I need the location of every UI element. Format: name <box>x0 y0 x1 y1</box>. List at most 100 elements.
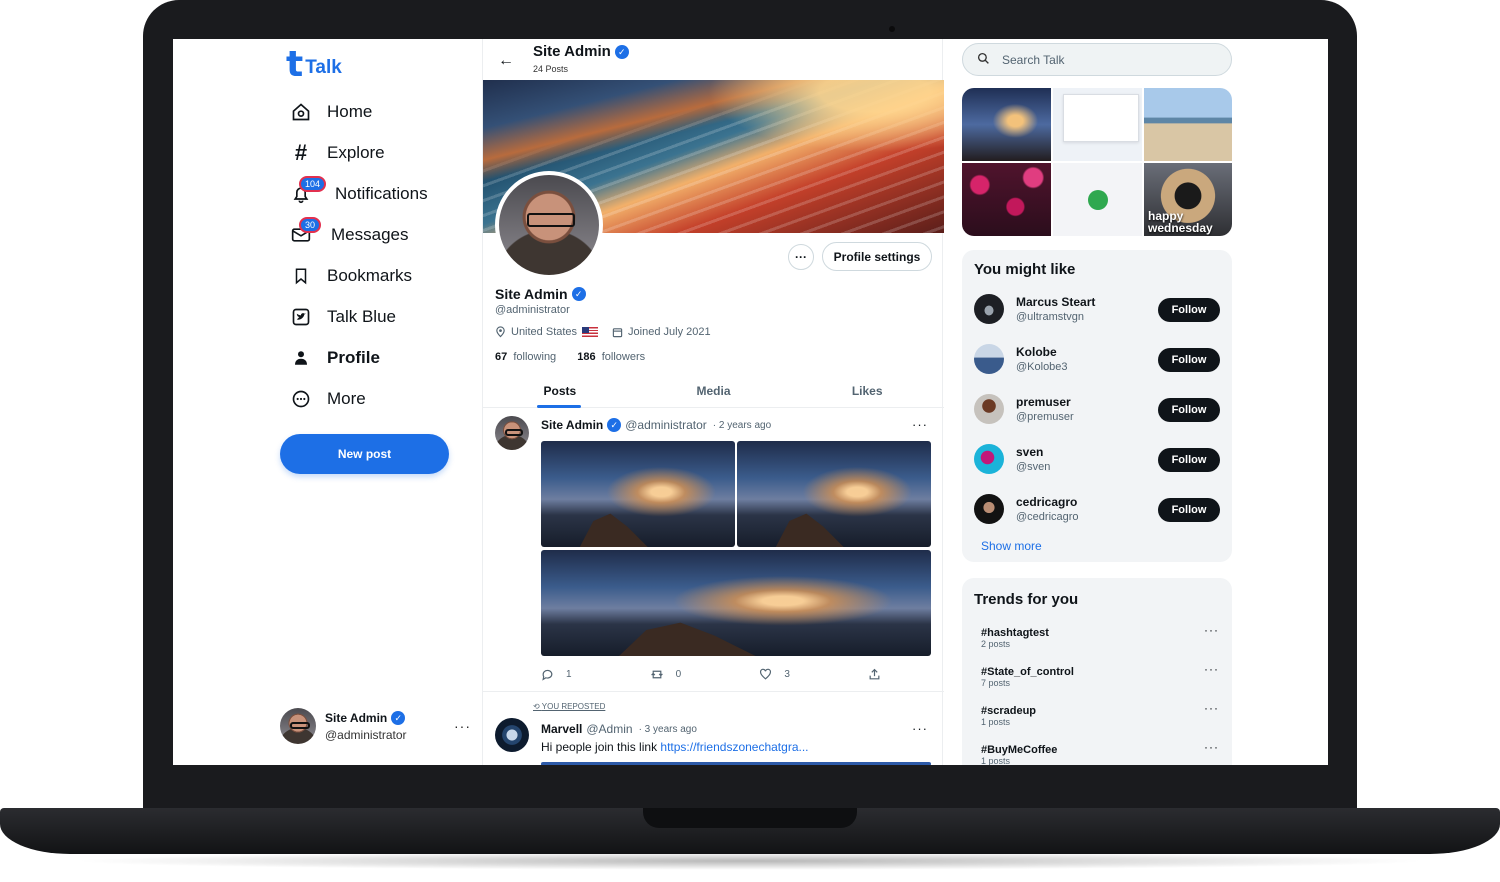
avatar[interactable] <box>495 416 529 450</box>
repost-small-icon: ⟲ <box>533 702 542 711</box>
suggestion-handle: @Kolobe3 <box>1016 361 1068 373</box>
verified-icon: ✓ <box>571 287 586 301</box>
nav-label: Profile <box>327 347 380 367</box>
verified-icon: ✓ <box>607 418 622 432</box>
repost-button[interactable]: 0 <box>650 668 681 681</box>
follow-button[interactable]: Follow <box>1158 298 1220 322</box>
talk-logo[interactable]: t Talk <box>286 44 342 85</box>
nav-profile[interactable]: Profile <box>289 337 428 378</box>
trend-item[interactable]: #State_of_control 7 posts ··· <box>981 662 1219 688</box>
current-user-menu[interactable]: Site Admin ✓ @administrator ··· <box>280 706 480 746</box>
suggestion-item[interactable]: Marcus Steart @ultramstvgn Follow <box>974 292 1220 326</box>
like-button[interactable]: 3 <box>759 668 790 681</box>
tab-likes[interactable]: Likes <box>790 376 944 407</box>
header-posts-count: 24 Posts <box>533 64 569 74</box>
media-thumbnail[interactable] <box>1053 163 1142 236</box>
trend-more-icon[interactable]: ··· <box>1204 662 1219 676</box>
trend-count: 1 posts <box>981 756 1011 765</box>
suggestion-item[interactable]: sven @sven Follow <box>974 442 1220 476</box>
nav-messages[interactable]: 30 Messages <box>289 214 428 255</box>
profile-follow-stats: 67 following 186 followers <box>495 351 645 363</box>
media-thumbnail[interactable] <box>962 163 1051 236</box>
post-text: Hi people join this link https://friends… <box>541 740 809 754</box>
media-thumbnail[interactable] <box>962 88 1051 161</box>
suggestion-item[interactable]: Kolobe @Kolobe3 Follow <box>974 342 1220 376</box>
trend-item[interactable]: #BuyMeCoffee 1 posts ··· <box>981 740 1219 765</box>
media-thumbnail[interactable] <box>1144 88 1232 161</box>
follow-button[interactable]: Follow <box>1158 398 1220 422</box>
trend-count: 1 posts <box>981 717 1011 727</box>
post-more-icon[interactable]: ··· <box>912 721 928 736</box>
profile-name: Site Admin ✓ <box>495 286 586 302</box>
media-thumbnail[interactable]: happy wednesday <box>1144 163 1232 236</box>
more-options-button[interactable]: ··· <box>788 244 814 270</box>
trend-item[interactable]: #scradeup 1 posts ··· <box>981 701 1219 727</box>
post[interactable]: ⟲ YOU REPOSTED Marvell @Admin · 3 years … <box>483 693 944 765</box>
reply-button[interactable]: 1 <box>541 668 572 681</box>
post-image[interactable] <box>541 441 735 547</box>
post-more-icon[interactable]: ··· <box>912 417 928 432</box>
camera <box>889 26 895 32</box>
trend-more-icon[interactable]: ··· <box>1204 740 1219 754</box>
post-handle[interactable]: @Admin <box>586 722 632 736</box>
avatar <box>974 294 1004 324</box>
media-grid: happy wednesday <box>962 88 1232 236</box>
avatar[interactable] <box>495 718 529 752</box>
logo-letter: t <box>286 44 304 85</box>
post-author[interactable]: Site Admin <box>541 418 603 432</box>
new-post-button[interactable]: New post <box>280 434 449 474</box>
logo-text: Talk <box>305 57 342 78</box>
nav-talk-blue[interactable]: Talk Blue <box>289 296 428 337</box>
trend-more-icon[interactable]: ··· <box>1204 623 1219 637</box>
post-image-preview[interactable] <box>541 762 931 765</box>
post-image[interactable] <box>737 441 931 547</box>
nav-home[interactable]: Home <box>289 91 428 132</box>
trend-more-icon[interactable]: ··· <box>1204 701 1219 715</box>
followers-label: followers <box>601 351 646 363</box>
nav-more[interactable]: More <box>289 378 428 419</box>
us-flag-icon <box>582 327 599 337</box>
profile-avatar[interactable] <box>495 171 603 279</box>
more-dots-icon[interactable]: ··· <box>454 718 471 734</box>
reposted-label: YOU REPOSTED <box>541 702 606 711</box>
share-button[interactable] <box>868 668 881 681</box>
tab-media[interactable]: Media <box>637 376 791 407</box>
nav-label: Messages <box>331 224 409 244</box>
suggestion-name: sven <box>1016 445 1044 459</box>
nav-bookmarks[interactable]: Bookmarks <box>289 255 428 296</box>
following-link[interactable]: 67 following <box>495 351 556 363</box>
follow-button[interactable]: Follow <box>1158 498 1220 522</box>
follow-button[interactable]: Follow <box>1158 448 1220 472</box>
verified-icon: ✓ <box>614 44 629 59</box>
nav-notifications[interactable]: 104 Notifications <box>289 173 428 214</box>
post-handle[interactable]: @administrator <box>625 418 707 432</box>
person-icon <box>289 346 313 370</box>
show-more-link[interactable]: Show more <box>981 539 1042 553</box>
search-icon <box>977 52 990 68</box>
profile-settings-button[interactable]: Profile settings <box>822 242 932 271</box>
trend-item[interactable]: #hashtagtest 2 posts ··· <box>981 623 1219 649</box>
post-body: Hi people join this link <box>541 740 661 754</box>
current-user-handle: @administrator <box>325 727 407 742</box>
followers-link[interactable]: 186 followers <box>577 351 645 363</box>
suggestion-item[interactable]: cedricagro @cedricagro Follow <box>974 492 1220 526</box>
nav-explore[interactable]: # Explore <box>289 132 428 173</box>
nav-label: Talk Blue <box>327 306 396 326</box>
current-user-name-row: Site Admin ✓ <box>325 710 407 725</box>
avatar <box>974 394 1004 424</box>
post[interactable]: Site Admin ✓ @administrator · 2 years ag… <box>483 409 944 692</box>
profile-meta: United States Joined July 2021 <box>495 326 711 338</box>
search-input[interactable]: Search Talk <box>962 43 1232 76</box>
suggestion-item[interactable]: premuser @premuser Follow <box>974 392 1220 426</box>
back-arrow-icon[interactable]: ← <box>498 52 514 70</box>
post-image[interactable] <box>541 550 931 656</box>
post-link[interactable]: https://friendszonechatgra... <box>660 740 808 754</box>
avatar <box>974 444 1004 474</box>
nav-label: Home <box>327 101 373 121</box>
media-thumbnail[interactable] <box>1053 88 1142 161</box>
post-author[interactable]: Marvell <box>541 722 582 736</box>
avatar <box>280 708 316 744</box>
follow-button[interactable]: Follow <box>1158 348 1220 372</box>
main-nav: Home # Explore 104 Notifications 30 Mess… <box>289 91 428 419</box>
tab-posts[interactable]: Posts <box>483 376 637 408</box>
